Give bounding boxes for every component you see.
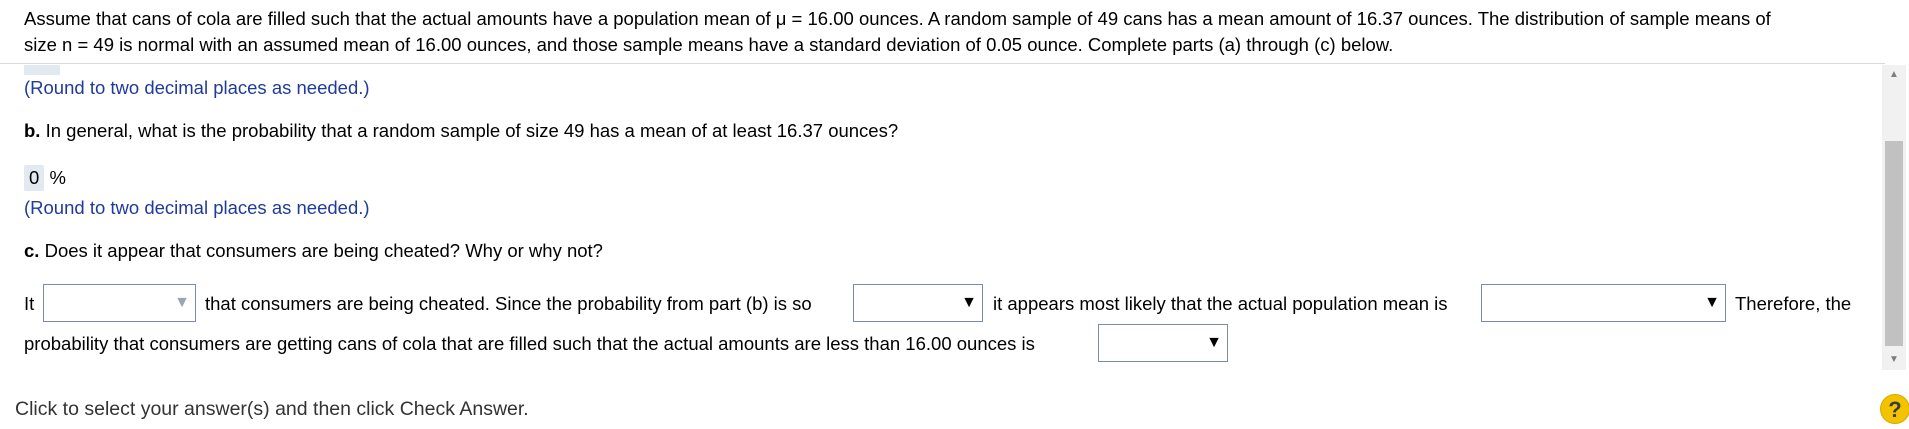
part-b-question-text: In general, what is the probability that… xyxy=(45,120,899,141)
part-a-answer-chip[interactable] xyxy=(24,65,60,75)
part-a-round-hint: (Round to two decimal places as needed.) xyxy=(24,77,370,98)
part-b-question: b. In general, what is the probability t… xyxy=(24,120,898,142)
part-b-answer-unit: % xyxy=(49,167,66,188)
question-text-line1: Assume that cans of cola are filled such… xyxy=(24,8,1771,29)
part-b-answer-value[interactable]: 0 xyxy=(24,165,45,191)
help-icon[interactable]: ? xyxy=(1880,394,1909,424)
probability-size-dropdown[interactable]: ▼ xyxy=(853,284,983,322)
part-c-text-line2: probability that consumers are getting c… xyxy=(24,333,1035,354)
part-c-text-therefore: Therefore, the xyxy=(1735,293,1852,314)
scroll-down-icon[interactable]: ▼ xyxy=(1882,350,1906,370)
chevron-down-icon: ▼ xyxy=(1704,294,1720,311)
part-b-round-hint: (Round to two decimal places as needed.) xyxy=(24,197,370,218)
footer-instruction: Click to select your answer(s) and then … xyxy=(15,398,529,420)
vertical-scrollbar[interactable]: ▲ ▼ xyxy=(1882,65,1906,370)
part-c-label: c. xyxy=(24,240,40,261)
part-b-answer: 0 % xyxy=(24,165,66,191)
question-header: Assume that cans of cola are filled such… xyxy=(0,0,1885,64)
scrollbar-thumb[interactable] xyxy=(1885,141,1903,346)
answer-scroll-area: (Round to two decimal places as needed.)… xyxy=(0,65,1880,370)
cheated-probability-dropdown[interactable]: ▼ xyxy=(1098,324,1228,362)
part-c-question-text: Does it appear that consumers are being … xyxy=(44,240,603,261)
chevron-down-icon: ▼ xyxy=(1206,334,1222,351)
part-c-text-appears: it appears most likely that the actual p… xyxy=(993,293,1448,314)
chevron-down-icon: ▼ xyxy=(174,294,190,311)
part-c-text-cheated: that consumers are being cheated. Since … xyxy=(205,293,812,314)
population-mean-dropdown[interactable]: ▼ xyxy=(1481,284,1726,322)
part-b-label: b. xyxy=(24,120,41,141)
part-c-text-it: It xyxy=(24,293,35,314)
question-text-line2: size n = 49 is normal with an assumed me… xyxy=(24,34,1394,55)
part-c-question: c. Does it appear that consumers are bei… xyxy=(24,240,603,262)
cheated-dropdown[interactable]: ▼ xyxy=(43,284,196,322)
scroll-up-icon[interactable]: ▲ xyxy=(1882,65,1906,85)
chevron-down-icon: ▼ xyxy=(961,294,977,311)
